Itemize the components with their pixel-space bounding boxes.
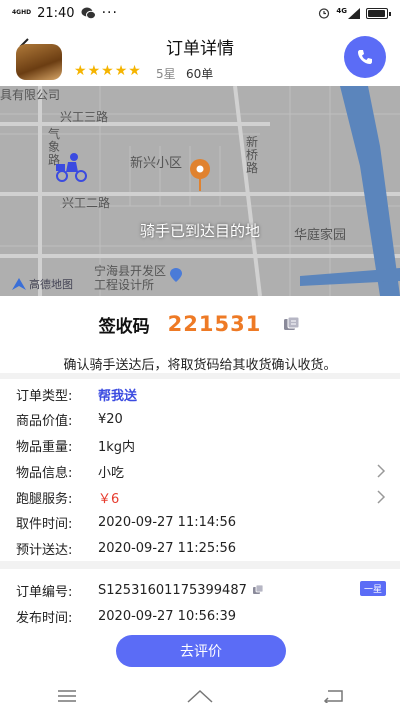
star-icon: ★	[101, 63, 114, 79]
call-rider-button[interactable]	[344, 36, 386, 78]
copy-icon[interactable]	[283, 316, 301, 332]
map-label-road1: 兴工三路	[60, 110, 109, 124]
page-title: 订单详情	[166, 38, 234, 59]
signal-icon	[348, 7, 360, 19]
battery-icon	[366, 7, 391, 19]
alarm-icon	[319, 8, 330, 19]
star-icon: ★	[128, 63, 141, 79]
signal-tag: 4GHD	[12, 9, 32, 16]
map-view[interactable]: 具有限公司 兴工三路 气象路 新兴小区 新桥路 兴工二路 华庭家园 宁海县开发区…	[0, 86, 400, 296]
back-system-button[interactable]	[318, 686, 348, 706]
section-divider	[0, 373, 400, 379]
service-label: 跑腿服务:	[16, 491, 73, 507]
map-label-company: 具有限公司	[0, 88, 61, 102]
info-row-pickup-time: 取件时间: 2020-09-27 11:14:56	[16, 512, 386, 532]
goods-value-label: 商品价值:	[16, 413, 73, 429]
goods-info-value: 小吃	[98, 465, 125, 481]
rider-card: ★ ★ ★ ★ ★ 5星 60单	[0, 36, 400, 86]
order-type-value: 帮我送	[98, 388, 138, 404]
chevron-right-icon	[377, 490, 386, 504]
map-label-road2: 兴工二路	[62, 196, 111, 210]
sign-code-label: 签收码	[98, 316, 150, 337]
publish-time-value: 2020-09-27 10:56:39	[98, 608, 237, 624]
pickup-time-value: 2020-09-27 11:14:56	[98, 514, 237, 530]
amap-logo: 高德地图	[12, 276, 73, 292]
sign-code-row: 签收码 221531	[0, 308, 400, 340]
wechat-icon	[81, 7, 96, 19]
info-row-goods-value: 商品价值: ¥20	[16, 409, 386, 429]
rating-text: 5星	[156, 67, 176, 81]
pickup-time-label: 取件时间:	[16, 516, 73, 532]
star-icon: ★	[74, 63, 87, 79]
phone-icon	[358, 50, 372, 64]
network-tag: 4G	[336, 6, 347, 15]
rating-stars: ★ ★ ★ ★ ★	[74, 64, 141, 78]
info-row-order-type: 订单类型: 帮我送	[16, 384, 386, 404]
section-divider	[0, 561, 400, 569]
rider-scooter-icon	[56, 153, 87, 182]
chevron-right-icon	[377, 464, 386, 478]
info-row-goods-info[interactable]: 物品信息: 小吃	[16, 461, 386, 481]
return-icon	[324, 689, 344, 703]
amap-logo-text: 高德地图	[29, 278, 73, 291]
info-row-order-no: 订单编号: S12531601175399487 一星	[16, 580, 386, 600]
status-bar: 4GHD 21:40 ··· 4G	[0, 0, 400, 26]
more-dots-icon: ···	[101, 5, 118, 21]
map-label-area1: 新兴小区	[130, 156, 183, 171]
menu-icon	[57, 689, 76, 702]
star-icon: ★	[114, 63, 128, 79]
system-nav-bar	[0, 680, 400, 711]
battery-fill	[368, 9, 385, 17]
eta-value: 2020-09-27 11:25:56	[98, 540, 237, 556]
status-left: 4GHD 21:40 ···	[12, 5, 118, 21]
info-row-eta: 预计送达: 2020-09-27 11:25:56	[16, 538, 386, 558]
info-row-service[interactable]: 跑腿服务: ￥6	[16, 487, 386, 507]
info-row-publish-time: 发布时间: 2020-09-27 10:56:39	[16, 606, 386, 626]
home-icon	[187, 689, 213, 703]
order-no-value: S12531601175399487	[98, 582, 247, 598]
orders-count: 60单	[186, 67, 214, 81]
goods-value-value: ¥20	[98, 411, 123, 427]
publish-time-label: 发布时间:	[16, 610, 73, 626]
destination-pin-icon	[190, 159, 210, 191]
level-badge: 一星	[359, 581, 386, 596]
amap-logo-icon	[12, 278, 26, 290]
status-right: 4G	[318, 6, 391, 19]
map-status-text: 骑手已到达目的地	[139, 222, 260, 240]
copy-order-no-icon[interactable]	[252, 585, 264, 595]
eta-label: 预计送达:	[16, 542, 73, 558]
order-no-label: 订单编号:	[16, 584, 73, 600]
confirm-instructions: 确认骑手送达后，将取货码给其收货确认收货。	[63, 358, 337, 373]
weight-value: 1kg内	[98, 439, 136, 455]
location-pin-icon	[170, 268, 182, 282]
service-value: ￥6	[98, 491, 120, 507]
order-type-label: 订单类型:	[16, 388, 73, 404]
sign-code-value: 221531	[167, 312, 262, 336]
map-label-area3: 宁海县开发区工程设计所	[94, 264, 167, 292]
goods-info-label: 物品信息:	[16, 465, 73, 481]
rider-avatar	[16, 44, 62, 80]
menu-button[interactable]	[52, 686, 82, 706]
info-row-weight: 物品重量: 1kg内	[16, 435, 386, 455]
home-button[interactable]	[185, 686, 215, 706]
map-label-road-xq: 新桥路	[246, 135, 259, 175]
star-icon: ★	[87, 63, 101, 79]
cell-signal: 4G	[336, 6, 360, 19]
status-time: 21:40	[37, 5, 75, 21]
review-button[interactable]: 去评价	[116, 635, 286, 667]
weight-label: 物品重量:	[16, 439, 73, 455]
